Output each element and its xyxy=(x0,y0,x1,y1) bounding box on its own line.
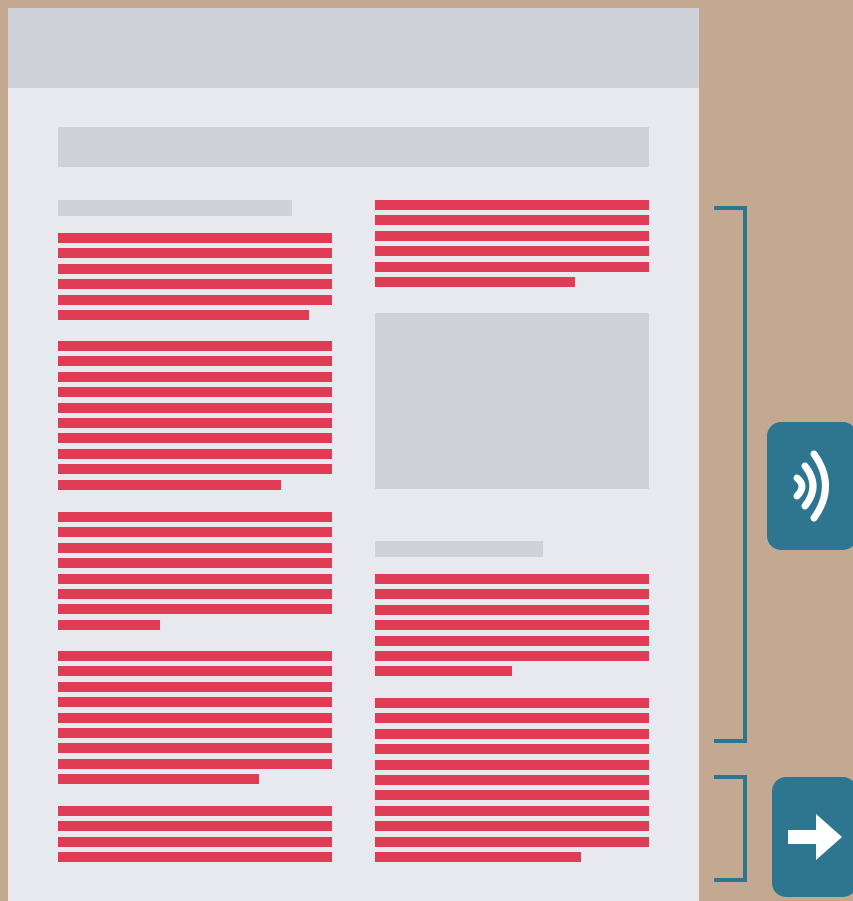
text-line xyxy=(58,527,332,538)
text-line xyxy=(58,341,332,351)
text-line xyxy=(58,589,332,599)
text-line xyxy=(375,200,649,210)
text-line xyxy=(58,433,332,444)
text-line xyxy=(375,261,649,272)
text-line xyxy=(375,246,649,257)
audio-button[interactable] xyxy=(767,422,853,550)
page-title-bar xyxy=(58,127,649,167)
text-line xyxy=(58,774,259,785)
text-line xyxy=(58,758,332,769)
text-line xyxy=(58,356,332,367)
text-line xyxy=(58,743,332,754)
text-line xyxy=(58,479,281,490)
text-line xyxy=(58,279,332,290)
image-placeholder xyxy=(375,313,649,489)
text-line xyxy=(58,371,332,382)
text-line xyxy=(375,759,649,770)
text-line xyxy=(375,805,649,816)
text-line xyxy=(375,728,649,739)
text-line xyxy=(58,651,332,661)
text-line xyxy=(375,744,649,755)
text-line xyxy=(58,712,332,723)
text-line xyxy=(375,230,649,241)
text-line xyxy=(375,821,649,832)
text-line xyxy=(375,775,649,785)
text-line xyxy=(375,651,649,661)
text-line xyxy=(375,635,649,646)
illustration xyxy=(0,0,853,901)
page-header xyxy=(8,8,699,88)
text-line xyxy=(58,821,332,832)
text-line xyxy=(58,387,332,398)
text-line xyxy=(375,620,649,631)
text-line xyxy=(58,604,332,615)
text-line xyxy=(58,448,332,459)
text-line xyxy=(58,248,332,259)
next-bracket xyxy=(714,775,747,882)
text-line xyxy=(375,836,649,847)
next-button[interactable] xyxy=(772,777,853,897)
text-line xyxy=(58,558,332,569)
text-line xyxy=(58,512,332,522)
text-line xyxy=(58,573,332,584)
header-small-button[interactable] xyxy=(524,33,550,57)
text-line xyxy=(375,713,649,724)
text-line xyxy=(375,277,575,287)
text-line xyxy=(375,574,649,584)
text-line xyxy=(58,697,332,708)
text-line xyxy=(58,233,332,243)
text-line xyxy=(58,666,332,677)
header-wide-button[interactable] xyxy=(561,33,669,57)
text-line xyxy=(58,464,332,475)
text-line xyxy=(375,666,512,677)
text-line xyxy=(58,806,332,816)
text-line xyxy=(375,589,649,600)
text-line xyxy=(58,263,332,274)
right-heading-placeholder xyxy=(375,541,543,557)
sound-waves-icon xyxy=(793,450,829,522)
text-line xyxy=(58,619,160,630)
audio-bracket xyxy=(714,206,747,743)
text-line xyxy=(58,836,332,847)
text-line xyxy=(375,215,649,226)
text-line xyxy=(375,852,581,862)
text-line xyxy=(58,402,332,413)
text-line xyxy=(58,728,332,738)
text-line xyxy=(58,681,332,692)
left-heading-placeholder xyxy=(58,200,292,216)
text-line xyxy=(58,852,332,863)
text-line xyxy=(58,542,332,553)
arrow-right-icon xyxy=(787,814,842,860)
text-line xyxy=(58,418,332,428)
web-page-mockup xyxy=(8,8,699,901)
text-line xyxy=(375,604,649,615)
text-line xyxy=(375,698,649,708)
text-line xyxy=(58,294,332,305)
text-line xyxy=(375,790,649,801)
text-line xyxy=(58,310,309,320)
